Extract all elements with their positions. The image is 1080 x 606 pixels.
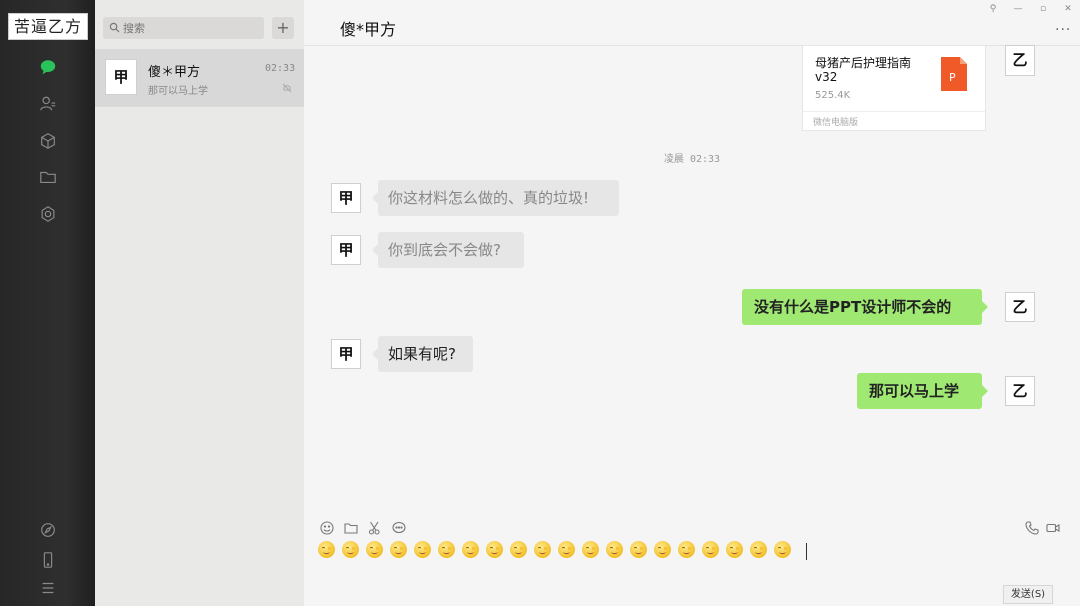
smile-emoji-icon — [366, 541, 383, 558]
chat-icon[interactable] — [38, 57, 58, 77]
phone-icon[interactable] — [38, 550, 58, 570]
smile-emoji-icon — [630, 541, 647, 558]
incoming-message: 如果有呢? — [372, 336, 473, 372]
conversation-preview: 那可以马上学 — [148, 86, 208, 97]
folder-icon[interactable] — [38, 167, 58, 187]
smile-emoji-icon — [342, 541, 359, 558]
message-timestamp: 凌晨 02:33 — [663, 154, 721, 165]
search-icon — [109, 22, 120, 33]
smile-emoji-icon — [438, 541, 455, 558]
incoming-message: 你到底会不会做? — [372, 232, 524, 268]
conversation-name: 傻＊甲方 — [148, 65, 201, 80]
file-message[interactable]: 母猪产后护理指南v32 525.4K 微信电脑版 P — [802, 45, 986, 131]
voice-call-icon[interactable] — [1025, 520, 1039, 535]
file-size: 525.4K — [815, 90, 851, 101]
chat-bubble-icon[interactable] — [392, 520, 406, 534]
smile-emoji-icon — [558, 541, 575, 558]
brand-logo: 苦逼乙方 — [8, 13, 88, 40]
menu-icon[interactable] — [38, 578, 58, 598]
contact-avatar[interactable]: 甲 — [331, 235, 361, 265]
my-avatar[interactable]: 乙 — [1005, 292, 1035, 322]
outgoing-message: 没有什么是PPT设计师不会的 — [742, 289, 988, 325]
contact-avatar[interactable]: 甲 — [331, 339, 361, 369]
message-input[interactable] — [318, 541, 791, 561]
search-box[interactable] — [103, 17, 264, 39]
smile-emoji-icon — [750, 541, 767, 558]
my-avatar[interactable]: 乙 — [1005, 376, 1035, 406]
smile-emoji-icon — [390, 541, 407, 558]
smile-emoji-icon — [486, 541, 503, 558]
nav-bar — [0, 0, 95, 606]
text-cursor — [806, 543, 807, 560]
emoji-icon[interactable] — [320, 520, 334, 535]
smile-emoji-icon — [606, 541, 623, 558]
avatar: 甲 — [105, 59, 137, 95]
contacts-icon[interactable] — [38, 94, 58, 114]
send-button[interactable]: 发送(S) — [1003, 585, 1053, 604]
more-options-icon[interactable]: ··· — [1055, 22, 1071, 38]
settings-icon[interactable] — [38, 204, 58, 224]
add-chat-button[interactable]: + — [272, 17, 294, 39]
pin-icon[interactable]: ⚲ — [986, 3, 1000, 15]
smile-emoji-icon — [774, 541, 791, 558]
file-name: 母猪产后护理指南v32 — [815, 56, 912, 84]
smile-emoji-icon — [510, 541, 527, 558]
folder-icon[interactable] — [344, 520, 358, 534]
box-icon[interactable] — [38, 131, 58, 151]
smile-emoji-icon — [534, 541, 551, 558]
mute-icon — [282, 83, 292, 93]
video-call-icon[interactable] — [1046, 520, 1060, 534]
smile-emoji-icon — [318, 541, 335, 558]
incoming-message: 你这材料怎么做的、真的垃圾! — [372, 180, 619, 216]
minimize-button[interactable]: — — [1011, 3, 1025, 15]
smile-emoji-icon — [678, 541, 695, 558]
my-avatar[interactable]: 乙 — [1005, 45, 1035, 76]
chat-title: 傻*甲方 — [340, 20, 397, 39]
maximize-button[interactable]: ▫ — [1036, 3, 1050, 15]
scissors-icon[interactable] — [368, 520, 382, 535]
file-icon-letter: P — [949, 71, 956, 84]
search-input[interactable] — [123, 17, 258, 39]
file-source: 微信电脑版 — [803, 111, 985, 128]
conversation-item[interactable]: 甲 傻＊甲方 02:33 那可以马上学 — [95, 49, 304, 107]
conversation-time: 02:33 — [265, 63, 296, 74]
smile-emoji-icon — [582, 541, 599, 558]
smile-emoji-icon — [702, 541, 719, 558]
smile-emoji-icon — [654, 541, 671, 558]
ppt-file-icon: P — [941, 57, 967, 91]
close-button[interactable]: ✕ — [1061, 3, 1075, 15]
outgoing-message: 那可以马上学 — [857, 373, 988, 409]
smile-emoji-icon — [726, 541, 743, 558]
smile-emoji-icon — [414, 541, 431, 558]
smile-emoji-icon — [462, 541, 479, 558]
compass-icon[interactable] — [38, 520, 58, 540]
contact-avatar[interactable]: 甲 — [331, 183, 361, 213]
